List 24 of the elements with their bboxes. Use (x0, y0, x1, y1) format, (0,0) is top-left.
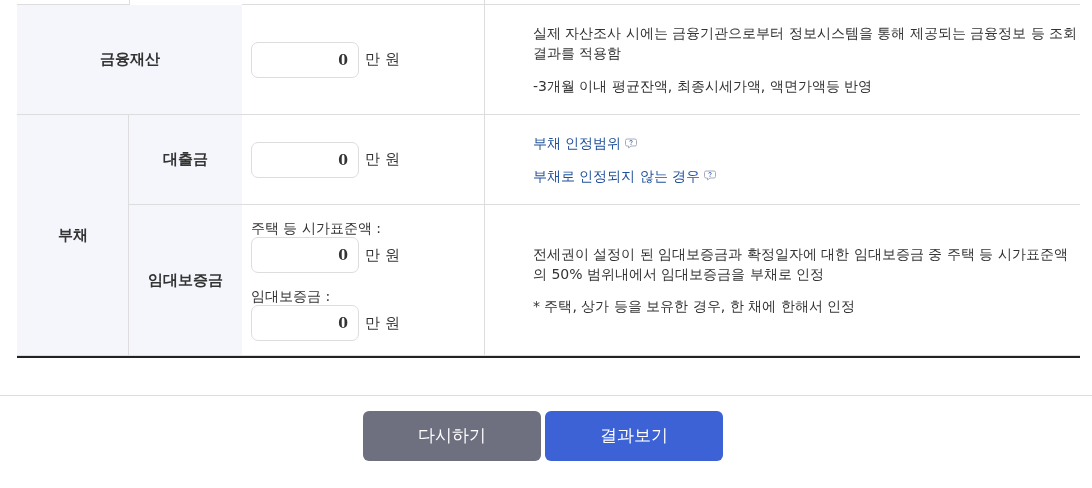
note-text: -3개월 이내 평균잔액, 최종시세가액, 액면가액등 반영 (533, 76, 874, 96)
reset-button[interactable]: 다시하기 (363, 411, 541, 461)
field-label: 주택 등 시가표준액 : (251, 218, 383, 237)
field-label: 임대보증금 : (251, 287, 332, 306)
result-button[interactable]: 결과보기 (545, 411, 723, 461)
note-text: 실제 자산조사 시에는 금융기관으로부터 정보시스템을 통해 제공되는 금융정보 등 조회결과를 적용함 (533, 24, 1079, 64)
row-label: 부채 (17, 115, 129, 356)
unit-label: 만 원 (365, 312, 400, 334)
note-text: * 주택, 상가 등을 보유한 경우, 한 채에 한해서 인정 (533, 297, 856, 317)
amount-field[interactable]: 0 (251, 141, 359, 178)
row-label: 대출금 (129, 115, 242, 205)
help-icon (625, 137, 638, 149)
row-label: 금융재산 (17, 5, 242, 115)
amount-field[interactable]: 0 (251, 41, 359, 78)
info-link[interactable]: 부채로 인정되지 않는 경우 (533, 165, 701, 186)
note-text: 전세권이 설정이 된 임대보증금과 확정일자에 대한 임대보증금 중 주택 등 시가표준액의 50% 범위내에서 임대보증금을 부채로 인정 (533, 244, 1069, 284)
row-label: 임대보증금 (129, 205, 242, 356)
info-link[interactable]: 부채 인정범위 (533, 133, 622, 154)
unit-label: 만 원 (365, 149, 400, 171)
amount-field[interactable]: 0 (251, 305, 359, 342)
help-icon (704, 170, 717, 182)
unit-label: 만 원 (365, 49, 400, 71)
unit-label: 만 원 (365, 244, 400, 266)
amount-field[interactable]: 0 (251, 237, 359, 273)
